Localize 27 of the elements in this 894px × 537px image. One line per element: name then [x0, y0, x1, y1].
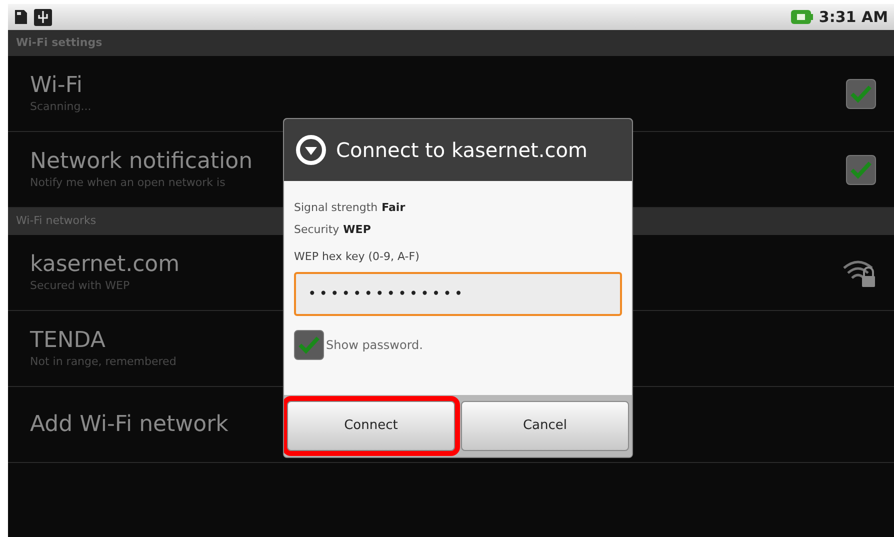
setting-title: TENDA	[30, 326, 106, 354]
setting-summary: Notify me when an open network is	[30, 175, 226, 191]
check-icon	[850, 160, 872, 178]
dialog-title: Connect to kasernet.com	[336, 137, 588, 164]
setting-summary: Not in range, remembered	[30, 354, 176, 370]
info-value: WEP	[343, 222, 371, 238]
checkbox-label: Show password.	[326, 336, 423, 354]
sd-card-icon	[14, 8, 28, 24]
setting-summary: Secured with WEP	[30, 278, 131, 294]
setting-title: Add Wi-Fi network	[30, 410, 228, 438]
clock-time: 3:31 AM	[818, 6, 888, 28]
checkbox[interactable]	[846, 78, 876, 108]
setting-summary: Scanning...	[30, 99, 92, 115]
setting-title: Wi-Fi	[30, 72, 84, 99]
checkbox[interactable]	[846, 154, 876, 184]
battery-icon	[790, 10, 813, 24]
check-icon	[298, 336, 320, 354]
usb-icon	[34, 8, 52, 26]
password-field[interactable]: ••••••••••••••	[294, 272, 622, 316]
checkbox[interactable]	[294, 330, 324, 360]
check-icon	[850, 84, 872, 102]
setting-title: kasernet.com	[30, 250, 180, 278]
section-header: Wi-Fi settings	[8, 30, 894, 56]
info-label: Security	[294, 222, 340, 238]
field-label: WEP hex key (0-9, A-F)	[294, 249, 420, 265]
dialog-button[interactable]: Cancel	[461, 401, 629, 451]
setting-title: Network notification	[30, 148, 253, 175]
